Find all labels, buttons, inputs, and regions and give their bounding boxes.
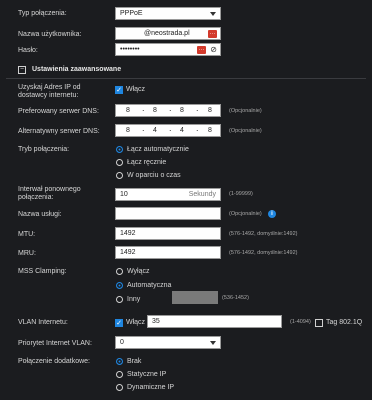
- chevron-down-icon: [210, 341, 216, 345]
- chevron-down-icon: [210, 12, 216, 16]
- service-note: (Opcjonalnie): [229, 211, 262, 217]
- mss-auto-radio[interactable]: [116, 282, 123, 289]
- connection-type-select[interactable]: PPPoE: [115, 7, 221, 20]
- clear-icon[interactable]: ···: [197, 46, 206, 54]
- mss-other-input[interactable]: [172, 291, 218, 304]
- username-input[interactable]: @neostrada.pl ···: [115, 27, 221, 40]
- reconnect-value: 10: [120, 191, 128, 198]
- octet: 8: [208, 127, 212, 134]
- extra-conn-label: Połączenie dodatkowe:: [18, 358, 90, 365]
- extra-none-radio[interactable]: [116, 358, 123, 365]
- vlan-priority-value: 0: [120, 339, 124, 346]
- octet: 8: [126, 127, 130, 134]
- dns-primary-note: (Opcjonalnie): [229, 108, 262, 114]
- mtu-note: (576-1492, domyślnie:1492): [229, 231, 298, 237]
- octet: 8: [180, 107, 184, 114]
- dot: .: [142, 103, 145, 113]
- octet: 8: [208, 107, 212, 114]
- reconnect-label: Interwał ponownego połączenia:: [18, 186, 81, 201]
- dns-secondary-label: Alternatywny serwer DNS:: [18, 128, 100, 135]
- info-icon[interactable]: i: [268, 210, 276, 218]
- collapse-icon[interactable]: −: [18, 66, 26, 74]
- extra-static-label: Statyczne IP: [127, 371, 167, 378]
- octet: 4: [153, 127, 157, 134]
- tag-8021q-checkbox[interactable]: [315, 319, 323, 327]
- mss-off-label: Wyłącz: [127, 268, 150, 275]
- octet: 8: [153, 107, 157, 114]
- mtu-input[interactable]: 1492: [115, 227, 221, 240]
- password-label: Hasło:: [18, 47, 38, 54]
- mtu-label: MTU:: [18, 231, 36, 238]
- advanced-settings-label[interactable]: Ustawienia zaawansowane: [32, 66, 121, 74]
- dns-primary-label: Preferowany serwer DNS:: [18, 108, 99, 115]
- dot: .: [196, 103, 199, 113]
- connection-type-value: PPPoE: [120, 10, 143, 17]
- dot: .: [196, 123, 199, 133]
- username-label: Nazwa użytkownika:: [18, 31, 82, 38]
- vlan-priority-label: Priorytet Internet VLAN:: [18, 340, 92, 347]
- vlan-enable-checkbox[interactable]: ✓: [115, 319, 123, 327]
- mss-label: MSS Clamping:: [18, 268, 67, 275]
- dns-auto-label: Uzyskaj Adres IP od dostawcy internetu:: [18, 84, 81, 99]
- eye-off-icon[interactable]: ⊘: [210, 44, 217, 55]
- mss-off-radio[interactable]: [116, 268, 123, 275]
- extra-static-radio[interactable]: [116, 371, 123, 378]
- dns-auto-checkbox-label: Włącz: [126, 86, 146, 93]
- reconnect-note: (1-99999): [229, 191, 253, 197]
- service-input[interactable]: [115, 207, 221, 220]
- mss-other-radio[interactable]: [116, 296, 123, 303]
- vlan-enable-label: Włącz: [126, 319, 146, 326]
- mss-other-label: Inny: [127, 296, 141, 303]
- extra-dynamic-label: Dynamiczne IP: [127, 384, 175, 391]
- connection-type-label: Typ połączenia:: [18, 10, 67, 17]
- dns-primary-input[interactable]: 8 . 8 . 8 . 8: [115, 103, 221, 117]
- mss-auto-label: Automatyczna: [127, 282, 172, 289]
- vlan-id-value: 35: [152, 318, 160, 325]
- dns-secondary-note: (Opcjonalnie): [229, 128, 262, 134]
- mss-note: (536-1452): [222, 295, 249, 301]
- vlan-id-input[interactable]: 35: [147, 315, 282, 328]
- mru-note: (576-1492, domyślnie:1492): [229, 250, 298, 256]
- mru-input[interactable]: 1492: [115, 246, 221, 259]
- conn-mode-manual-label: Łącz ręcznie: [127, 159, 167, 166]
- dns-secondary-input[interactable]: 8 . 4 . 4 . 8: [115, 123, 221, 137]
- conn-mode-time-radio[interactable]: [116, 172, 123, 179]
- dot: .: [169, 103, 172, 113]
- conn-mode-label: Tryb połączenia:: [18, 146, 70, 153]
- vlan-priority-select[interactable]: 0: [115, 336, 221, 349]
- mru-label: MRU:: [18, 250, 36, 257]
- dns-auto-checkbox[interactable]: ✓: [115, 86, 123, 94]
- password-value: ••••••••: [120, 46, 140, 53]
- service-label: Nazwa usługi:: [18, 211, 62, 218]
- vlan-label: VLAN Internetu:: [18, 319, 68, 326]
- conn-mode-auto-radio[interactable]: [116, 146, 123, 153]
- conn-mode-manual-radio[interactable]: [116, 159, 123, 166]
- clear-icon[interactable]: ···: [208, 30, 217, 38]
- username-value: @neostrada.pl: [144, 30, 190, 37]
- conn-mode-time-label: W oparciu o czas: [127, 172, 181, 179]
- reconnect-unit: Sekundy: [188, 191, 216, 198]
- mru-value: 1492: [120, 249, 136, 256]
- dot: .: [169, 123, 172, 133]
- tag-8021q-label: Tag 802.1Q: [326, 319, 363, 326]
- extra-none-label: Brak: [127, 358, 142, 365]
- octet: 8: [126, 107, 130, 114]
- extra-dynamic-radio[interactable]: [116, 384, 123, 391]
- conn-mode-auto-label: Łącz automatycznie: [127, 146, 189, 153]
- dot: .: [142, 123, 145, 133]
- vlan-note: (1-4094): [290, 319, 311, 325]
- divider: [6, 78, 366, 79]
- octet: 4: [180, 127, 184, 134]
- password-input[interactable]: •••••••• ··· ⊘: [115, 43, 221, 56]
- mtu-value: 1492: [120, 230, 136, 237]
- reconnect-input[interactable]: 10 Sekundy: [115, 188, 221, 201]
